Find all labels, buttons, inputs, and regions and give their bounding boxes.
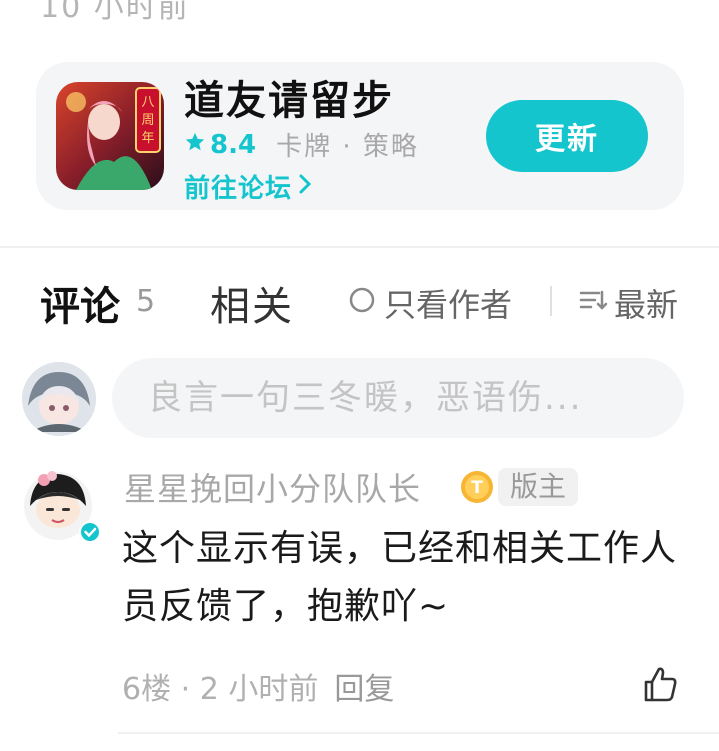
game-genre: 卡牌 · 策略 [276, 132, 419, 162]
thumbs-up-icon[interactable] [640, 664, 680, 704]
commenter-avatar[interactable] [24, 466, 104, 546]
game-title[interactable]: 道友请留步 [184, 68, 394, 126]
tab-comments[interactable]: 评论 [40, 274, 120, 332]
badge-char-1: 八 [141, 95, 154, 110]
game-rating: 8.4 [184, 130, 256, 160]
badge-char-2: 周 [141, 113, 154, 128]
update-button[interactable]: 更新 [486, 100, 648, 172]
game-meta: 8.4 卡牌 · 策略 [184, 126, 419, 163]
my-avatar[interactable] [22, 362, 96, 436]
coin-icon: T [460, 470, 494, 504]
comment-meta: 6楼 · 2 小时前 回复 [122, 664, 394, 708]
section-divider [0, 246, 719, 248]
badge-char-3: 年 [141, 131, 154, 146]
commenter-username[interactable]: 星星挽回小分队队长 [124, 464, 421, 510]
rating-value: 8.4 [210, 129, 257, 160]
verified-icon [79, 521, 101, 543]
comments-count: 5 [136, 284, 156, 319]
sort-lines-icon [578, 284, 608, 322]
floor-time: 6楼 · 2 小时前 [122, 672, 319, 707]
comment-tabs: 评论 5 相关 只看作者 最新 [40, 272, 690, 332]
circle-radio-icon [348, 284, 376, 322]
sort-dropdown[interactable]: 最新 [578, 280, 678, 326]
post-time: 10 小时前 [40, 0, 190, 25]
filter-separator [550, 286, 552, 316]
game-card[interactable]: 八 周 年 道友请留步 8.4 卡牌 · 策略 前往论坛 更新 [36, 62, 684, 210]
chevron-right-icon [298, 172, 312, 202]
comment-text[interactable]: 这个显示有误，已经和相关工作人员反馈了，抱歉吖~ [122, 520, 692, 636]
moderator-badge: 版主 [498, 468, 579, 506]
star-icon [184, 130, 206, 160]
comment-input[interactable]: 良言一句三冬暖，恶语伤... [112, 358, 684, 438]
tab-related[interactable]: 相关 [210, 274, 294, 332]
author-only-toggle[interactable]: 只看作者 [348, 280, 512, 326]
coin-letter: T [471, 478, 483, 498]
forum-link-label: 前往论坛 [184, 174, 293, 204]
comment-divider [118, 732, 719, 734]
author-only-label: 只看作者 [384, 286, 513, 324]
sort-label: 最新 [614, 286, 679, 324]
reply-button[interactable]: 回复 [334, 664, 394, 708]
forum-link[interactable]: 前往论坛 [184, 168, 312, 205]
game-icon[interactable]: 八 周 年 [56, 82, 164, 190]
